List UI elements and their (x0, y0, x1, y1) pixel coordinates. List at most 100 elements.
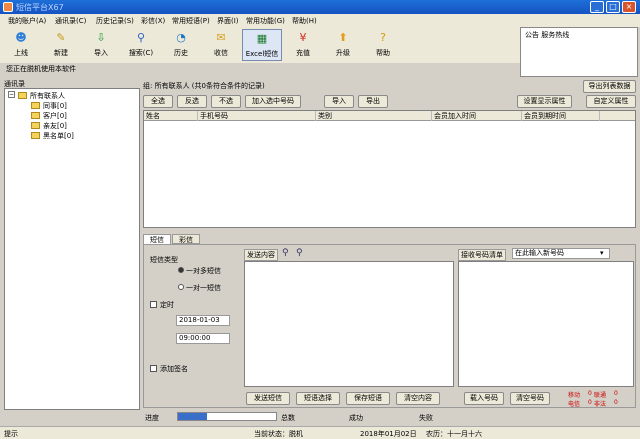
help-label: 帮助 (376, 49, 390, 57)
timer-checkbox[interactable] (150, 301, 157, 308)
tree-root[interactable]: 所有联系人 (30, 91, 65, 101)
search-icon[interactable]: ⚲ (296, 248, 303, 258)
invalid-count: 0 (614, 399, 618, 406)
history-label: 历史 (174, 49, 188, 57)
clear-content-button[interactable]: 清空内容 (396, 392, 440, 405)
menu-mms[interactable]: 彩信(X) (141, 16, 165, 26)
offline-notice: 您正在脱机使用本软件 (6, 65, 76, 73)
col-expire-date[interactable]: 会员到期时间 (524, 111, 600, 121)
folder-icon (31, 122, 40, 129)
tree-expander[interactable]: − (8, 91, 15, 98)
import-button[interactable]: ⇩ 导入 (84, 29, 118, 61)
content-label: 发送内容 (244, 249, 278, 261)
radio-one-to-many[interactable] (178, 267, 184, 273)
send-sms-button[interactable]: 发送短信 (246, 392, 290, 405)
progress-row: 进度 总数 成功 失败 (143, 411, 636, 423)
invert-select-button[interactable]: 反选 (177, 95, 207, 108)
opt-one-to-one: 一对一短信 (186, 284, 221, 292)
opt-one-to-many: 一对多短信 (186, 267, 221, 275)
menu-functions[interactable]: 常用功能(G) (246, 16, 285, 26)
col-name[interactable]: 姓名 (146, 111, 198, 121)
new-button[interactable]: ✎ 新建 (44, 29, 78, 61)
online-label: 上线 (14, 49, 28, 57)
online-button[interactable]: ☻ 上线 (4, 29, 38, 61)
load-numbers-button[interactable]: 载入号码 (464, 392, 504, 405)
window-title: 短信平台X67 (16, 3, 64, 12)
clear-numbers-button[interactable]: 清空号码 (510, 392, 550, 405)
inbox-icon: ✉ (216, 31, 226, 44)
recharge-button[interactable]: ¥ 充值 (286, 29, 320, 61)
list-export-button[interactable]: 导出 (358, 95, 388, 108)
history-button[interactable]: ◔ 历史 (164, 29, 198, 61)
signature-label: 添加签名 (160, 365, 188, 373)
time-field[interactable]: 09:00:00 (176, 333, 230, 344)
yuan-icon: ¥ (299, 31, 307, 44)
menu-history[interactable]: 历史记录(S) (96, 16, 134, 26)
tree-group-colleagues[interactable]: 同事[0] (43, 101, 67, 111)
group-info: 组: 所有联系人 (共0条符合条件的记录) (143, 82, 265, 90)
table-header: 姓名 手机号码 类别 会员加入时间 会员到期时间 (144, 111, 635, 121)
title-bar: 短信平台X67 _ □ × (0, 0, 640, 14)
sms-pane: 短信类型 一对多短信 一对一短信 定时 2018-01-03 09:00:00 … (143, 244, 636, 408)
unicom-label: 联通 (594, 392, 607, 399)
add-selected-button[interactable]: 加入选中号码 (245, 95, 301, 108)
display-settings-button[interactable]: 设置显示属性 (517, 95, 572, 108)
search-icon: ⚲ (136, 31, 146, 44)
timer-label: 定时 (160, 301, 174, 309)
progress-fill (178, 413, 208, 420)
app-icon (3, 2, 13, 12)
chevron-down-icon[interactable]: ▾ (600, 249, 604, 257)
phrase-select-button[interactable]: 短语选择 (296, 392, 340, 405)
col-join-date[interactable]: 会员加入时间 (434, 111, 522, 121)
status-state: 当前状态：脱机 (254, 430, 303, 438)
menu-phrases[interactable]: 常用短语(P) (172, 16, 210, 26)
tree-group-blacklist[interactable]: 黑名单[0] (43, 131, 74, 141)
close-button[interactable]: × (622, 1, 636, 13)
mobile-label: 移动 (568, 392, 581, 399)
upgrade-button[interactable]: ⬆ 升级 (326, 29, 360, 61)
unicom-count: 0 (614, 390, 618, 397)
signature-checkbox[interactable] (150, 365, 157, 372)
tab-sms[interactable]: 短信 (143, 234, 171, 244)
menu-account[interactable]: 我的账户(A) (8, 16, 46, 26)
col-category[interactable]: 类别 (318, 111, 432, 121)
pencil-icon: ✎ (56, 31, 66, 44)
tree-group-family[interactable]: 亲友[0] (43, 121, 67, 131)
save-phrase-button[interactable]: 保存短语 (346, 392, 390, 405)
key-icon[interactable]: ⚲ (282, 248, 289, 258)
contacts-table: 姓名 手机号码 类别 会员加入时间 会员到期时间 (143, 110, 636, 228)
minimize-button[interactable]: _ (590, 1, 604, 13)
menu-bar: 我的账户(A) 通讯录(C) 历史记录(S) 彩信(X) 常用短语(P) 界面(… (0, 14, 640, 27)
help-button[interactable]: ? 帮助 (366, 29, 400, 61)
menu-contacts[interactable]: 通讯录(C) (55, 16, 86, 26)
total-label: 总数 (281, 414, 295, 422)
maximize-button[interactable]: □ (606, 1, 620, 13)
inbox-button[interactable]: ✉ 收信 (204, 29, 238, 61)
custom-attrs-button[interactable]: 自定义属性 (586, 95, 636, 108)
status-lunar: 农历：十一月十六 (426, 430, 482, 438)
menu-help[interactable]: 帮助(H) (292, 16, 317, 26)
status-hint: 提示 (4, 430, 18, 438)
export-list-button[interactable]: 导出列表数据 (583, 80, 636, 93)
deselect-button[interactable]: 不选 (211, 95, 241, 108)
excel-sms-button[interactable]: ▦ Excel短信 (242, 29, 282, 61)
radio-one-to-one[interactable] (178, 284, 184, 290)
select-all-button[interactable]: 全选 (143, 95, 173, 108)
content-textarea[interactable] (244, 261, 454, 387)
invalid-label: 非法 (594, 401, 607, 408)
search-label: 搜索(C) (128, 49, 154, 57)
inbox-label: 收信 (214, 49, 228, 57)
new-number-input[interactable]: 在此输入新号码 (512, 248, 610, 259)
telecom-label: 电信 (568, 401, 581, 408)
tab-mms[interactable]: 彩信 (172, 234, 200, 244)
recv-list-label: 接收号码清单 (458, 249, 506, 261)
status-date: 2018年01月02日 (360, 430, 417, 438)
recv-number-list[interactable] (458, 261, 634, 387)
tree-group-clients[interactable]: 客户[0] (43, 111, 67, 121)
search-button[interactable]: ⚲ 搜索(C) (124, 29, 158, 61)
date-field[interactable]: 2018-01-03 (176, 315, 230, 326)
folder-icon (31, 112, 40, 119)
list-import-button[interactable]: 导入 (324, 95, 354, 108)
menu-interface[interactable]: 界面(I) (217, 16, 239, 26)
col-phone[interactable]: 手机号码 (200, 111, 316, 121)
